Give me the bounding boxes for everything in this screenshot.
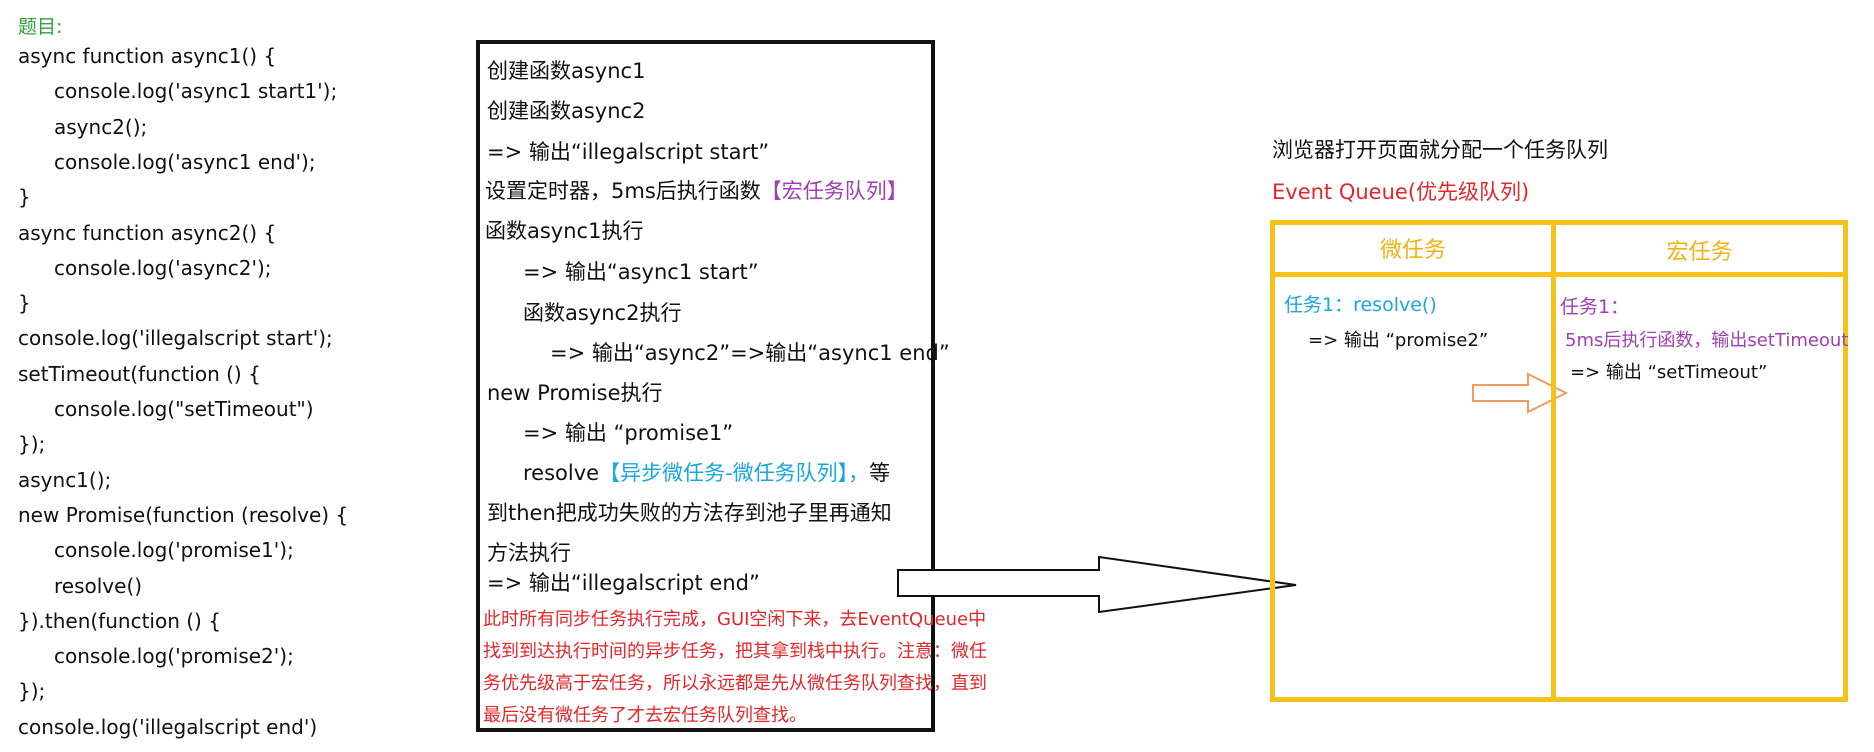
browser-description: 浏览器打开页面就分配一个任务队列 bbox=[1272, 138, 1608, 162]
queue-column-divider bbox=[1551, 220, 1556, 702]
macrotask-item-output: => 输出 “setTimeout” bbox=[1570, 362, 1768, 383]
microtask-item-title: 任务1：resolve() bbox=[1284, 294, 1437, 316]
microtask-item-output: => 输出 “promise2” bbox=[1308, 330, 1489, 351]
macrotask-header: 宏任务 bbox=[1666, 240, 1733, 265]
macrotask-item-title: 任务1： bbox=[1560, 296, 1630, 318]
macrotask-item-description: 5ms后执行函数，输出setTimeout bbox=[1565, 330, 1849, 351]
queue-header-divider bbox=[1270, 272, 1848, 277]
flow-arrow-shape bbox=[897, 555, 1297, 614]
microtask-header: 微任务 bbox=[1379, 238, 1446, 263]
event-queue-label: Event Queue(优先级队列) bbox=[1272, 180, 1530, 204]
